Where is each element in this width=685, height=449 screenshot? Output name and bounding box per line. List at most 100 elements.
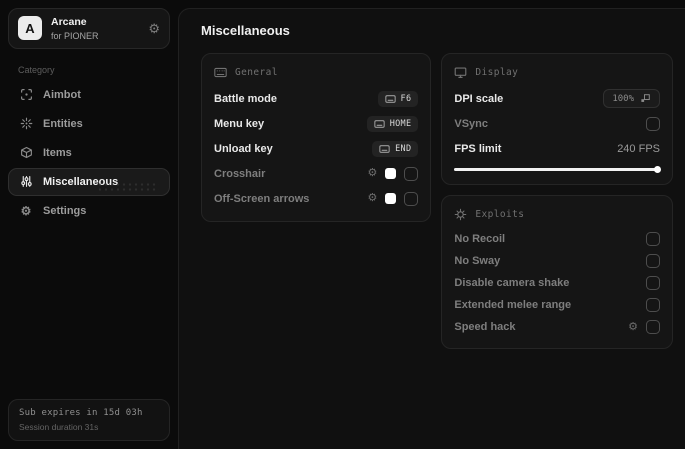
speed-hack-label: Speed hack (454, 321, 516, 333)
general-panel: General Battle mode F6 Menu key HOME Unl… (201, 53, 432, 222)
unload-key-row: Unload key END (214, 136, 419, 161)
right-column: Display DPI scale 100% VSync FPS limit 2… (441, 53, 673, 349)
app-subtitle: for PIONER (51, 30, 99, 41)
slider-fill (454, 168, 660, 171)
menu-key-keybind[interactable]: HOME (366, 115, 419, 132)
panels-grid: General Battle mode F6 Menu key HOME Unl… (201, 53, 673, 349)
no-sway-label: No Sway (454, 255, 501, 267)
keybind-value: F6 (400, 93, 412, 104)
keyboard-icon (214, 66, 227, 79)
sub-expiry-text: Sub expires in 15d 03h (19, 408, 143, 418)
cube-icon (19, 146, 33, 160)
sidebar: A Arcane for PIONER ⚙ Category Aimbot En… (0, 0, 178, 449)
crosshair-checkbox[interactable] (404, 166, 419, 181)
no-recoil-checkbox[interactable] (646, 232, 660, 246)
no-recoil-label: No Recoil (454, 233, 506, 245)
app-window: A Arcane for PIONER ⚙ Category Aimbot En… (0, 0, 685, 449)
page-title: Miscellaneous (201, 23, 290, 38)
gear-icon[interactable]: ⚙ (368, 193, 378, 204)
dpi-scale-value-button[interactable]: 100% (603, 89, 660, 108)
sidebar-item-label: Aimbot (43, 88, 81, 101)
dpi-scale-value: 100% (612, 93, 634, 104)
fps-limit-slider[interactable] (454, 166, 661, 174)
unload-key-keybind[interactable]: END (372, 140, 419, 157)
sidebar-item-aimbot[interactable]: Aimbot (8, 81, 170, 109)
scan-icon (19, 88, 33, 102)
display-panel-title: Display (475, 67, 519, 78)
battle-mode-keybind[interactable]: F6 (377, 90, 419, 107)
sliders-icon (19, 175, 33, 189)
fps-limit-value: 240 FPS (617, 142, 660, 155)
disable-camera-shake-label: Disable camera shake (454, 277, 570, 289)
gear-icon[interactable]: ⚙ (148, 22, 160, 35)
display-panel: Display DPI scale 100% VSync FPS limit 2… (441, 53, 673, 185)
no-sway-row: No Sway (454, 250, 660, 272)
vsync-checkbox[interactable] (646, 116, 660, 131)
brand-card: A Arcane for PIONER ⚙ (8, 8, 170, 49)
gear-icon: ⚙ (20, 203, 32, 218)
menu-key-row: Menu key HOME (214, 111, 419, 136)
bug-icon (454, 208, 467, 221)
sidebar-nav: Aimbot Entities Items Miscellaneous ⚙ Se… (8, 81, 170, 225)
brand-text: Arcane for PIONER (51, 16, 99, 41)
crosshair-row: Crosshair ⚙ (214, 161, 419, 186)
offscreen-arrows-color-swatch[interactable] (385, 193, 397, 204)
logo-letter: A (25, 20, 35, 36)
keyboard-icon (374, 119, 385, 128)
exploits-panel-header: Exploits (454, 208, 660, 221)
sidebar-item-label: Items (43, 146, 72, 159)
category-label: Category (18, 64, 55, 75)
keybind-value: END (395, 143, 412, 154)
extended-melee-range-row: Extended melee range (454, 294, 660, 316)
extended-melee-range-label: Extended melee range (454, 299, 572, 311)
sidebar-item-label: Entities (43, 117, 83, 130)
monitor-icon (454, 66, 467, 79)
extended-melee-range-checkbox[interactable] (646, 298, 660, 312)
sidebar-item-label: Miscellaneous (43, 175, 119, 188)
vsync-row: VSync (454, 111, 660, 136)
sidebar-item-label: Settings (43, 204, 87, 217)
menu-key-label: Menu key (214, 117, 265, 130)
sidebar-item-miscellaneous[interactable]: Miscellaneous (8, 167, 170, 196)
keyboard-icon (384, 94, 396, 103)
dpi-scale-label: DPI scale (454, 92, 504, 105)
general-panel-title: General (235, 67, 278, 78)
app-logo: A (18, 16, 42, 41)
disable-camera-shake-row: Disable camera shake (454, 272, 660, 294)
scale-icon (640, 93, 651, 104)
keybind-value: HOME (389, 118, 412, 129)
offscreen-arrows-label: Off-Screen arrows (214, 192, 310, 205)
battle-mode-row: Battle mode F6 (214, 86, 419, 111)
subscription-card: Sub expires in 15d 03h Session duration … (8, 399, 170, 441)
disable-camera-shake-checkbox[interactable] (646, 276, 660, 290)
gear-icon[interactable]: ⚙ (628, 321, 638, 333)
slider-knob[interactable] (654, 166, 661, 173)
exploits-panel-title: Exploits (475, 209, 525, 220)
dpi-scale-row: DPI scale 100% (454, 86, 660, 111)
fps-limit-label: FPS limit (454, 142, 502, 155)
sidebar-item-settings[interactable]: ⚙ Settings (8, 197, 170, 225)
crosshair-color-swatch[interactable] (385, 168, 397, 179)
speed-hack-row: Speed hack ⚙ (454, 316, 660, 338)
session-duration-text: Session duration 31s (19, 422, 99, 432)
offscreen-arrows-row: Off-Screen arrows ⚙ (214, 186, 419, 211)
unload-key-label: Unload key (214, 142, 273, 155)
exploits-panel: Exploits No Recoil No Sway Disable camer… (441, 195, 673, 349)
sidebar-item-items[interactable]: Items (8, 139, 170, 167)
fps-limit-row: FPS limit 240 FPS (454, 136, 660, 161)
offscreen-arrows-checkbox[interactable] (404, 191, 419, 206)
keyboard-icon (379, 144, 390, 153)
burst-icon (19, 117, 33, 131)
display-panel-header: Display (454, 66, 660, 79)
battle-mode-label: Battle mode (214, 92, 277, 105)
app-name: Arcane (51, 16, 87, 28)
no-recoil-row: No Recoil (454, 228, 660, 250)
vsync-label: VSync (454, 117, 489, 130)
main-panel: Miscellaneous General Battle mode F6 Men… (178, 8, 685, 449)
no-sway-checkbox[interactable] (646, 254, 660, 268)
crosshair-label: Crosshair (214, 167, 266, 180)
sidebar-item-entities[interactable]: Entities (8, 110, 170, 138)
speed-hack-checkbox[interactable] (646, 320, 660, 334)
general-panel-header: General (214, 66, 418, 79)
gear-icon[interactable]: ⚙ (368, 168, 378, 179)
